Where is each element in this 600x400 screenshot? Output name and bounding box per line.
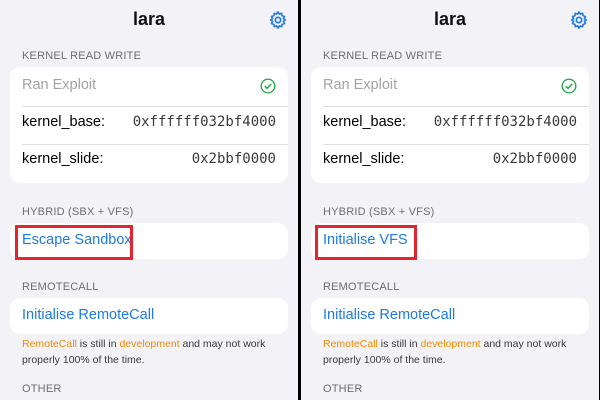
kernel-slide-value: 0x2bbf0000 xyxy=(492,151,577,167)
section-header-other: OTHER xyxy=(22,383,62,395)
kernel-base-label: kernel_base: xyxy=(22,114,106,130)
right-screen: lara KERNEL READ WRITE Ran Exploit kerne… xyxy=(301,0,599,400)
kernel-base-value: 0xffffff032bf4000 xyxy=(132,114,276,130)
highlight-box xyxy=(315,225,417,260)
kernel-info-card: Ran Exploit kernel_base: 0xffffff032bf40… xyxy=(10,67,288,183)
initialise-remotecall-button[interactable]: Initialise RemoteCall xyxy=(22,307,154,323)
section-header-remotecall: REMOTECALL xyxy=(22,281,99,293)
kernel-info-card: Ran Exploit kernel_base: 0xffffff032bf40… xyxy=(311,67,589,183)
remotecall-warning-note: RemoteCall is still in development and m… xyxy=(323,336,585,368)
note-text: is still in xyxy=(377,338,421,350)
highlight-box xyxy=(15,225,133,260)
note-remotecall-link: RemoteCall xyxy=(22,338,77,350)
section-header-kernel-read-write: KERNEL READ WRITE xyxy=(323,50,443,62)
kernel-base-row: kernel_base: 0xffffff032bf4000 xyxy=(323,114,577,134)
gear-icon[interactable] xyxy=(268,10,288,30)
gear-icon[interactable] xyxy=(569,10,589,30)
initialise-remotecall-button[interactable]: Initialise RemoteCall xyxy=(323,307,455,323)
page-title: lara xyxy=(132,9,166,29)
remotecall-card: Initialise RemoteCall xyxy=(10,298,288,334)
kernel-base-label: kernel_base: xyxy=(323,114,407,130)
kernel-slide-row: kernel_slide: 0x2bbf0000 xyxy=(22,151,276,171)
ran-exploit-row: Ran Exploit xyxy=(22,77,276,97)
checkmark-circle-icon xyxy=(260,78,276,94)
section-header-hybrid: HYBRID (SBX + VFS) xyxy=(323,206,435,218)
checkmark-circle-icon xyxy=(561,78,577,94)
kernel-base-value: 0xffffff032bf4000 xyxy=(433,114,577,130)
kernel-slide-label: kernel_slide: xyxy=(323,151,405,167)
left-screen: lara KERNEL READ WRITE Ran Exploit kerne… xyxy=(0,0,298,400)
section-header-kernel-read-write: KERNEL READ WRITE xyxy=(22,50,142,62)
kernel-slide-row: kernel_slide: 0x2bbf0000 xyxy=(323,151,577,171)
kernel-base-row: kernel_base: 0xffffff032bf4000 xyxy=(22,114,276,134)
kernel-slide-value: 0x2bbf0000 xyxy=(191,151,276,167)
section-header-hybrid: HYBRID (SBX + VFS) xyxy=(22,206,134,218)
divider xyxy=(22,106,288,107)
kernel-slide-label: kernel_slide: xyxy=(22,151,104,167)
divider xyxy=(323,144,589,145)
note-development-link: development xyxy=(119,338,180,350)
page-title: lara xyxy=(433,9,467,29)
ran-exploit-row: Ran Exploit xyxy=(323,77,577,97)
note-text: is still in xyxy=(76,338,120,350)
divider xyxy=(22,144,288,145)
note-remotecall-link: RemoteCall xyxy=(323,338,378,350)
divider xyxy=(323,106,589,107)
section-header-remotecall: REMOTECALL xyxy=(323,281,400,293)
navigation-bar: lara xyxy=(0,0,298,40)
remotecall-warning-note: RemoteCall is still in development and m… xyxy=(22,336,284,368)
remotecall-card: Initialise RemoteCall xyxy=(311,298,589,334)
ran-exploit-label: Ran Exploit xyxy=(22,77,97,93)
ran-exploit-label: Ran Exploit xyxy=(323,77,398,93)
note-development-link: development xyxy=(420,338,481,350)
section-header-other: OTHER xyxy=(323,383,363,395)
navigation-bar: lara xyxy=(301,0,599,40)
